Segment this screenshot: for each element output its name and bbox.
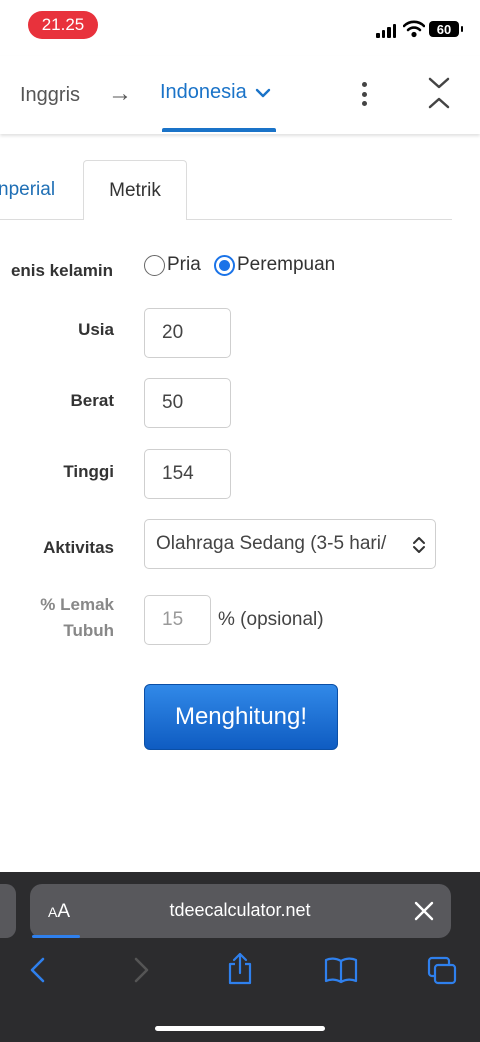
close-icon[interactable] (413, 900, 435, 922)
body-fat-suffix: % (opsional) (218, 609, 324, 630)
tabs-icon[interactable] (426, 956, 458, 986)
select-arrows-icon (411, 535, 427, 555)
translate-bar: Inggris → Indonesia (0, 56, 480, 134)
translate-arrow: → (108, 80, 132, 107)
url-text[interactable]: tdeecalculator.net (0, 900, 480, 921)
radio-button[interactable] (144, 254, 165, 276)
status-bar: 21.25 60 (0, 0, 480, 56)
gender-label: enis kelamin (10, 261, 113, 280)
tab-imperial[interactable]: nperial (0, 160, 83, 220)
page-load-progress (32, 935, 80, 938)
height-label: Tinggi (63, 462, 114, 481)
forward-icon[interactable] (131, 956, 151, 984)
back-icon[interactable] (28, 956, 48, 984)
body-fat-input[interactable]: 15 (144, 595, 211, 645)
wifi-icon (403, 20, 425, 38)
tab-metric[interactable]: Metrik (83, 160, 187, 220)
body-fat-label: % Lemak Tubuh (40, 592, 114, 644)
weight-input[interactable]: 50 (144, 378, 231, 428)
gender-option-label: Perempuan (237, 254, 336, 275)
activity-select[interactable]: Olahraga Sedang (3-5 hari/ (144, 519, 436, 569)
browser-toolbar: AA tdeecalculator.net (0, 872, 480, 1042)
height-input[interactable]: 154 (144, 449, 231, 499)
calculate-button[interactable]: Menghitung! (144, 684, 338, 750)
battery-icon: 60 (429, 21, 463, 37)
home-indicator (155, 1026, 325, 1031)
body-fat-label-line: % Lemak (40, 595, 114, 614)
tab-divider (186, 219, 452, 220)
signal-icon (376, 24, 396, 38)
collapse-icon[interactable] (424, 76, 454, 112)
source-language[interactable]: Inggris (20, 84, 80, 107)
calculator-form: nperial Metrik enis kelamin Pria Perempu… (0, 136, 480, 872)
radio-button-selected[interactable] (214, 254, 235, 276)
body-fat-label-line: Tubuh (63, 621, 114, 640)
more-options-icon[interactable] (352, 80, 376, 108)
tab-divider (0, 219, 83, 220)
age-input[interactable]: 20 (144, 308, 231, 358)
gender-option-label: Pria (167, 254, 201, 275)
activity-select-value: Olahraga Sedang (3-5 hari/ (156, 533, 387, 554)
gender-option-female[interactable]: Perempuan (214, 254, 335, 276)
target-language-label: Indonesia (160, 81, 247, 103)
weight-label: Berat (70, 391, 114, 410)
age-label: Usia (78, 320, 114, 339)
dropdown-chevron-icon (255, 88, 270, 97)
active-language-indicator (162, 128, 276, 132)
activity-label: Aktivitas (43, 538, 114, 557)
gender-option-male[interactable]: Pria (144, 254, 201, 276)
share-icon[interactable] (226, 952, 254, 986)
bookmarks-icon[interactable] (324, 956, 358, 984)
status-time: 21.25 (28, 11, 98, 39)
target-language[interactable]: Indonesia (160, 81, 271, 104)
